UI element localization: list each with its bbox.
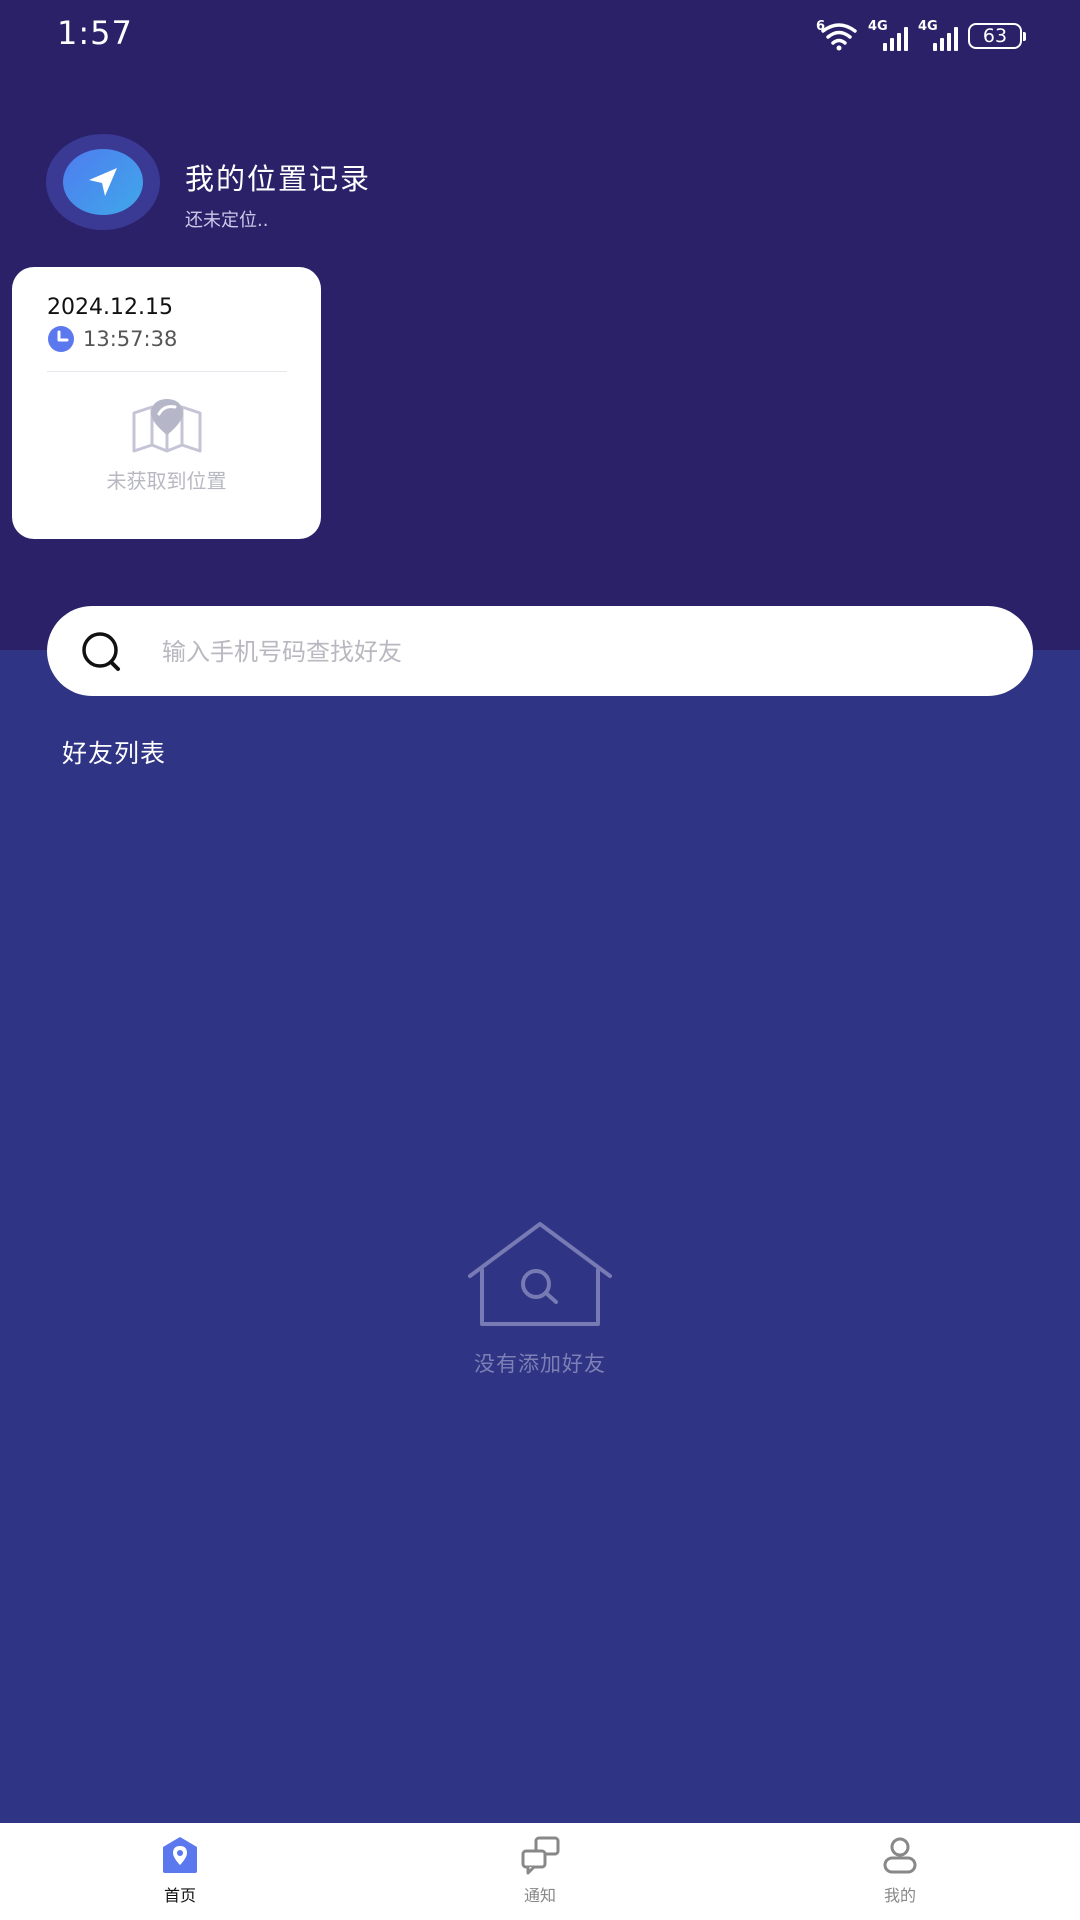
card-divider (47, 371, 287, 372)
friends-list-title: 好友列表 (62, 739, 167, 768)
cellular-signal-icon: 4G (868, 19, 908, 51)
page-title: 我的位置记录 (185, 162, 372, 196)
record-time: 13:57:38 (83, 327, 178, 351)
phone-search-input[interactable] (160, 626, 1004, 678)
nav-label-notifications: 通知 (523, 1886, 556, 1905)
wifi-icon: 6 (816, 19, 858, 51)
location-status: 还未定位.. (185, 210, 269, 231)
location-record-card[interactable]: 2024.12.15 13:57:38 未获取到位置 (12, 267, 321, 539)
battery-level: 63 (982, 25, 1008, 47)
bottom-navigation: 首页 通知 我的 (0, 1823, 1080, 1920)
messages-icon (521, 1836, 560, 1875)
clock-icon (48, 326, 74, 352)
status-icons: 6 4G 4G 63 (816, 19, 1026, 52)
no-friends-text: 没有添加好友 (474, 1352, 606, 1376)
navigation-arrow-icon (63, 149, 143, 215)
status-time: 1:57 (57, 14, 133, 52)
no-location-text: 未获取到位置 (106, 469, 227, 493)
status-bar: 1:57 6 4G 4G 63 (0, 0, 1080, 72)
nav-label-home: 首页 (163, 1886, 196, 1905)
home-location-icon (163, 1837, 197, 1873)
cellular-signal-icon-2: 4G (918, 19, 958, 51)
record-time-row: 13:57:38 (47, 325, 177, 353)
profile-icon (883, 1837, 917, 1874)
empty-house-search-icon (468, 1222, 612, 1326)
location-avatar[interactable] (46, 134, 160, 230)
search-icon (82, 632, 120, 671)
friend-search-bar[interactable] (47, 606, 1033, 696)
map-pin-icon (132, 399, 202, 453)
nav-item-home[interactable]: 首页 (80, 1823, 280, 1920)
nav-item-profile[interactable]: 我的 (800, 1823, 1000, 1920)
app-screen: 1:57 6 4G 4G 63 我的位置记录 还未定位.. 2024.12.15… (0, 0, 1080, 1920)
nav-label-profile: 我的 (883, 1886, 916, 1905)
battery-icon: 63 (968, 23, 1026, 49)
nav-item-notifications[interactable]: 通知 (440, 1823, 640, 1920)
record-date: 2024.12.15 (47, 295, 173, 320)
